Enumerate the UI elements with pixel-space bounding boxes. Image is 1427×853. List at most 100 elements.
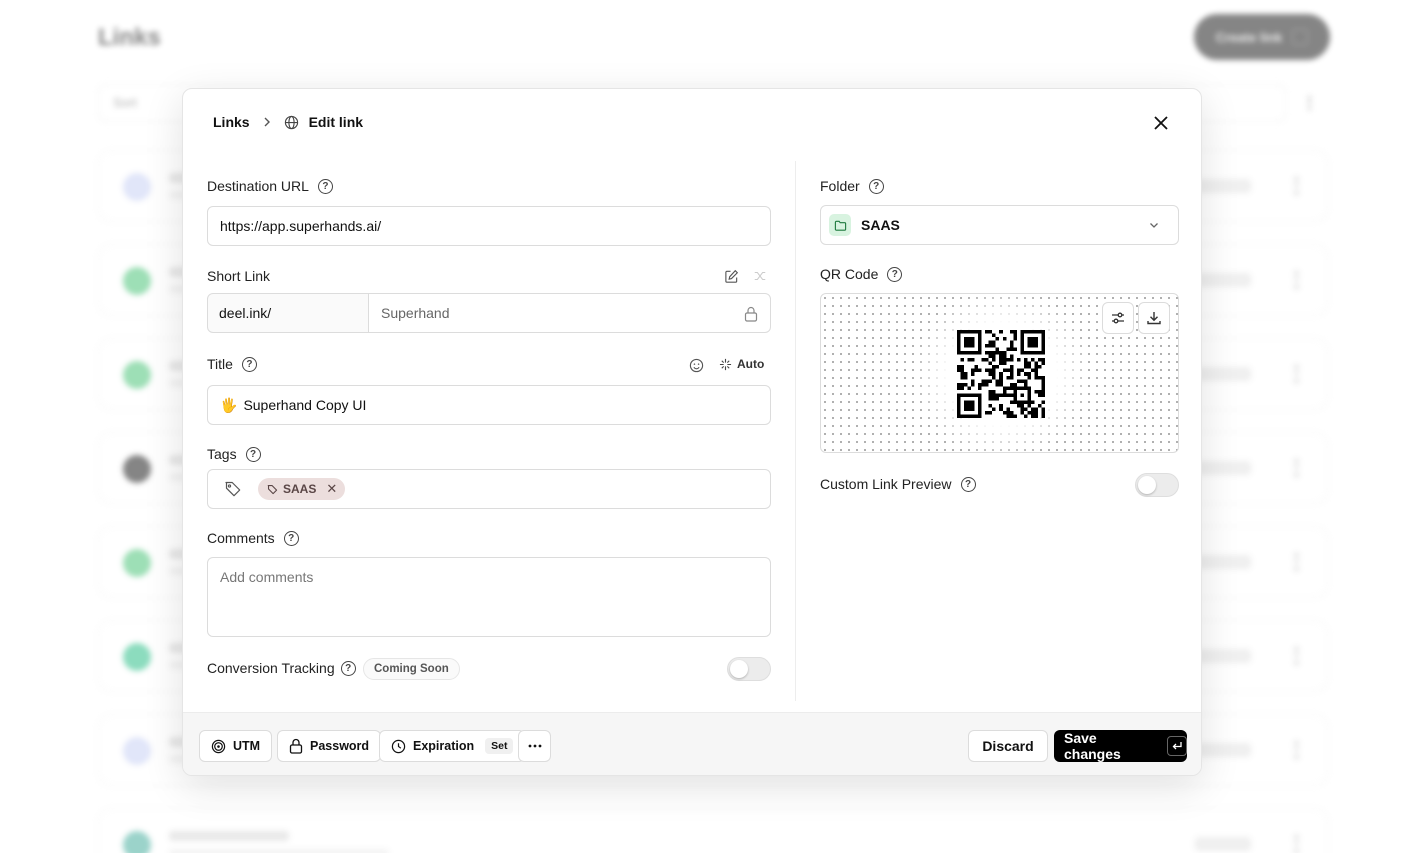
expiration-label: Expiration	[413, 739, 475, 753]
link-favicon	[123, 455, 151, 483]
comments-textarea[interactable]: Add comments	[207, 557, 771, 637]
help-icon[interactable]: ?	[283, 530, 299, 546]
tags-label: Tags ?	[207, 446, 261, 462]
help-icon[interactable]: ?	[245, 446, 261, 462]
qr-code-image	[957, 330, 1045, 418]
breadcrumb: Links Edit link	[213, 114, 363, 130]
more-icon	[1308, 96, 1312, 110]
folder-icon	[829, 214, 851, 236]
custom-preview-label-text: Custom Link Preview	[820, 476, 952, 492]
destination-label-text: Destination URL	[207, 178, 309, 194]
breadcrumb-current: Edit link	[308, 114, 364, 130]
conversion-toggle[interactable]	[727, 657, 771, 681]
breadcrumb-links[interactable]: Links	[213, 114, 250, 130]
enter-key-icon	[1167, 736, 1187, 756]
help-icon[interactable]: ?	[887, 266, 903, 282]
custom-preview-toggle[interactable]	[1135, 473, 1179, 497]
help-icon[interactable]: ?	[960, 476, 976, 492]
target-icon	[211, 739, 226, 754]
row-placeholder	[1295, 835, 1299, 853]
tag-icon	[224, 480, 242, 498]
link-favicon	[123, 549, 151, 577]
link-favicon	[123, 361, 151, 389]
sliders-icon	[1110, 310, 1126, 326]
help-icon[interactable]: ?	[317, 178, 333, 194]
shuffle-icon[interactable]	[751, 267, 769, 285]
row-placeholder	[1195, 179, 1251, 193]
password-button[interactable]: Password	[277, 730, 382, 762]
link-favicon	[123, 267, 151, 295]
globe-icon	[284, 115, 299, 130]
tags-input[interactable]: SAAS ✕	[207, 469, 771, 509]
title-emoji: 🖐	[220, 396, 238, 413]
row-placeholder	[1195, 649, 1251, 663]
page-title: Links	[98, 24, 161, 51]
edit-icon[interactable]	[722, 267, 740, 285]
folder-value: SAAS	[861, 217, 900, 233]
destination-label: Destination URL ?	[207, 178, 333, 194]
title-label: Title ?	[207, 356, 257, 372]
utm-button[interactable]: UTM	[199, 730, 273, 762]
create-link-label: Create link	[1215, 29, 1283, 45]
link-favicon	[123, 831, 151, 853]
short-link-label-text: Short Link	[207, 268, 271, 284]
password-label: Password	[310, 739, 370, 753]
link-favicon	[123, 737, 151, 765]
tag-chip-label: SAAS	[283, 482, 317, 496]
edit-link-modal: Links Edit link Destination URL ? https:…	[182, 88, 1202, 776]
folder-select[interactable]: SAAS	[820, 205, 1179, 245]
title-value: Superhand Copy UI	[243, 397, 367, 413]
qr-label: QR Code ?	[820, 266, 903, 282]
discard-button[interactable]: Discard	[968, 730, 1048, 762]
link-favicon	[123, 173, 151, 201]
save-changes-button[interactable]: Save changes	[1054, 730, 1187, 762]
help-icon[interactable]: ?	[241, 356, 257, 372]
link-favicon	[123, 643, 151, 671]
title-input[interactable]: 🖐 Superhand Copy UI	[207, 385, 771, 425]
destination-url-input[interactable]: https://app.superhands.ai/	[207, 206, 771, 246]
comments-label: Comments ?	[207, 530, 299, 546]
tag-chip-icon	[267, 484, 278, 495]
row-placeholder	[1195, 273, 1251, 287]
qr-download-button[interactable]	[1138, 302, 1170, 334]
help-icon[interactable]: ?	[340, 660, 356, 676]
qr-customize-button[interactable]	[1102, 302, 1134, 334]
row-placeholder	[1195, 367, 1251, 381]
folder-label-text: Folder	[820, 178, 860, 194]
link-row	[98, 808, 1328, 853]
lock-icon	[289, 738, 303, 754]
tags-label-text: Tags	[207, 446, 237, 462]
comments-label-text: Comments	[207, 530, 275, 546]
more-options-button[interactable]	[518, 730, 551, 762]
chevron-right-icon	[260, 115, 274, 129]
row-placeholder	[1195, 461, 1251, 475]
modal-footer: UTM Password Expiration Set Discard Save…	[183, 712, 1201, 775]
ellipsis-icon	[528, 744, 542, 748]
row-placeholder	[1295, 365, 1299, 383]
qr-label-text: QR Code	[820, 266, 879, 282]
row-placeholder	[1195, 743, 1251, 757]
short-link-key-value: Superhand	[381, 305, 450, 321]
row-placeholder	[169, 849, 389, 853]
qr-code-preview	[820, 293, 1179, 453]
folder-label: Folder ?	[820, 178, 884, 194]
close-icon[interactable]	[1151, 113, 1171, 133]
auto-label: Auto	[737, 357, 765, 371]
utm-label: UTM	[233, 739, 261, 753]
lock-icon[interactable]	[744, 306, 758, 322]
conversion-label-text: Conversion Tracking	[207, 660, 335, 676]
tag-chip[interactable]: SAAS ✕	[258, 478, 346, 500]
custom-preview-label: Custom Link Preview ?	[820, 476, 976, 492]
remove-tag-icon[interactable]: ✕	[326, 481, 337, 497]
short-link-domain-select[interactable]: deel.ink/	[207, 293, 369, 333]
short-link-label: Short Link	[207, 268, 270, 284]
sparkle-icon	[719, 358, 732, 371]
chevron-down-icon	[1148, 219, 1160, 231]
help-icon[interactable]: ?	[868, 178, 884, 194]
expiration-button[interactable]: Expiration Set	[379, 730, 526, 762]
emoji-icon[interactable]	[687, 356, 705, 374]
auto-generate-button[interactable]: Auto	[719, 357, 764, 371]
short-link-key-input[interactable]: Superhand	[368, 293, 771, 333]
create-link-button: Create link	[1194, 14, 1330, 60]
shortcut-key	[1292, 29, 1309, 45]
